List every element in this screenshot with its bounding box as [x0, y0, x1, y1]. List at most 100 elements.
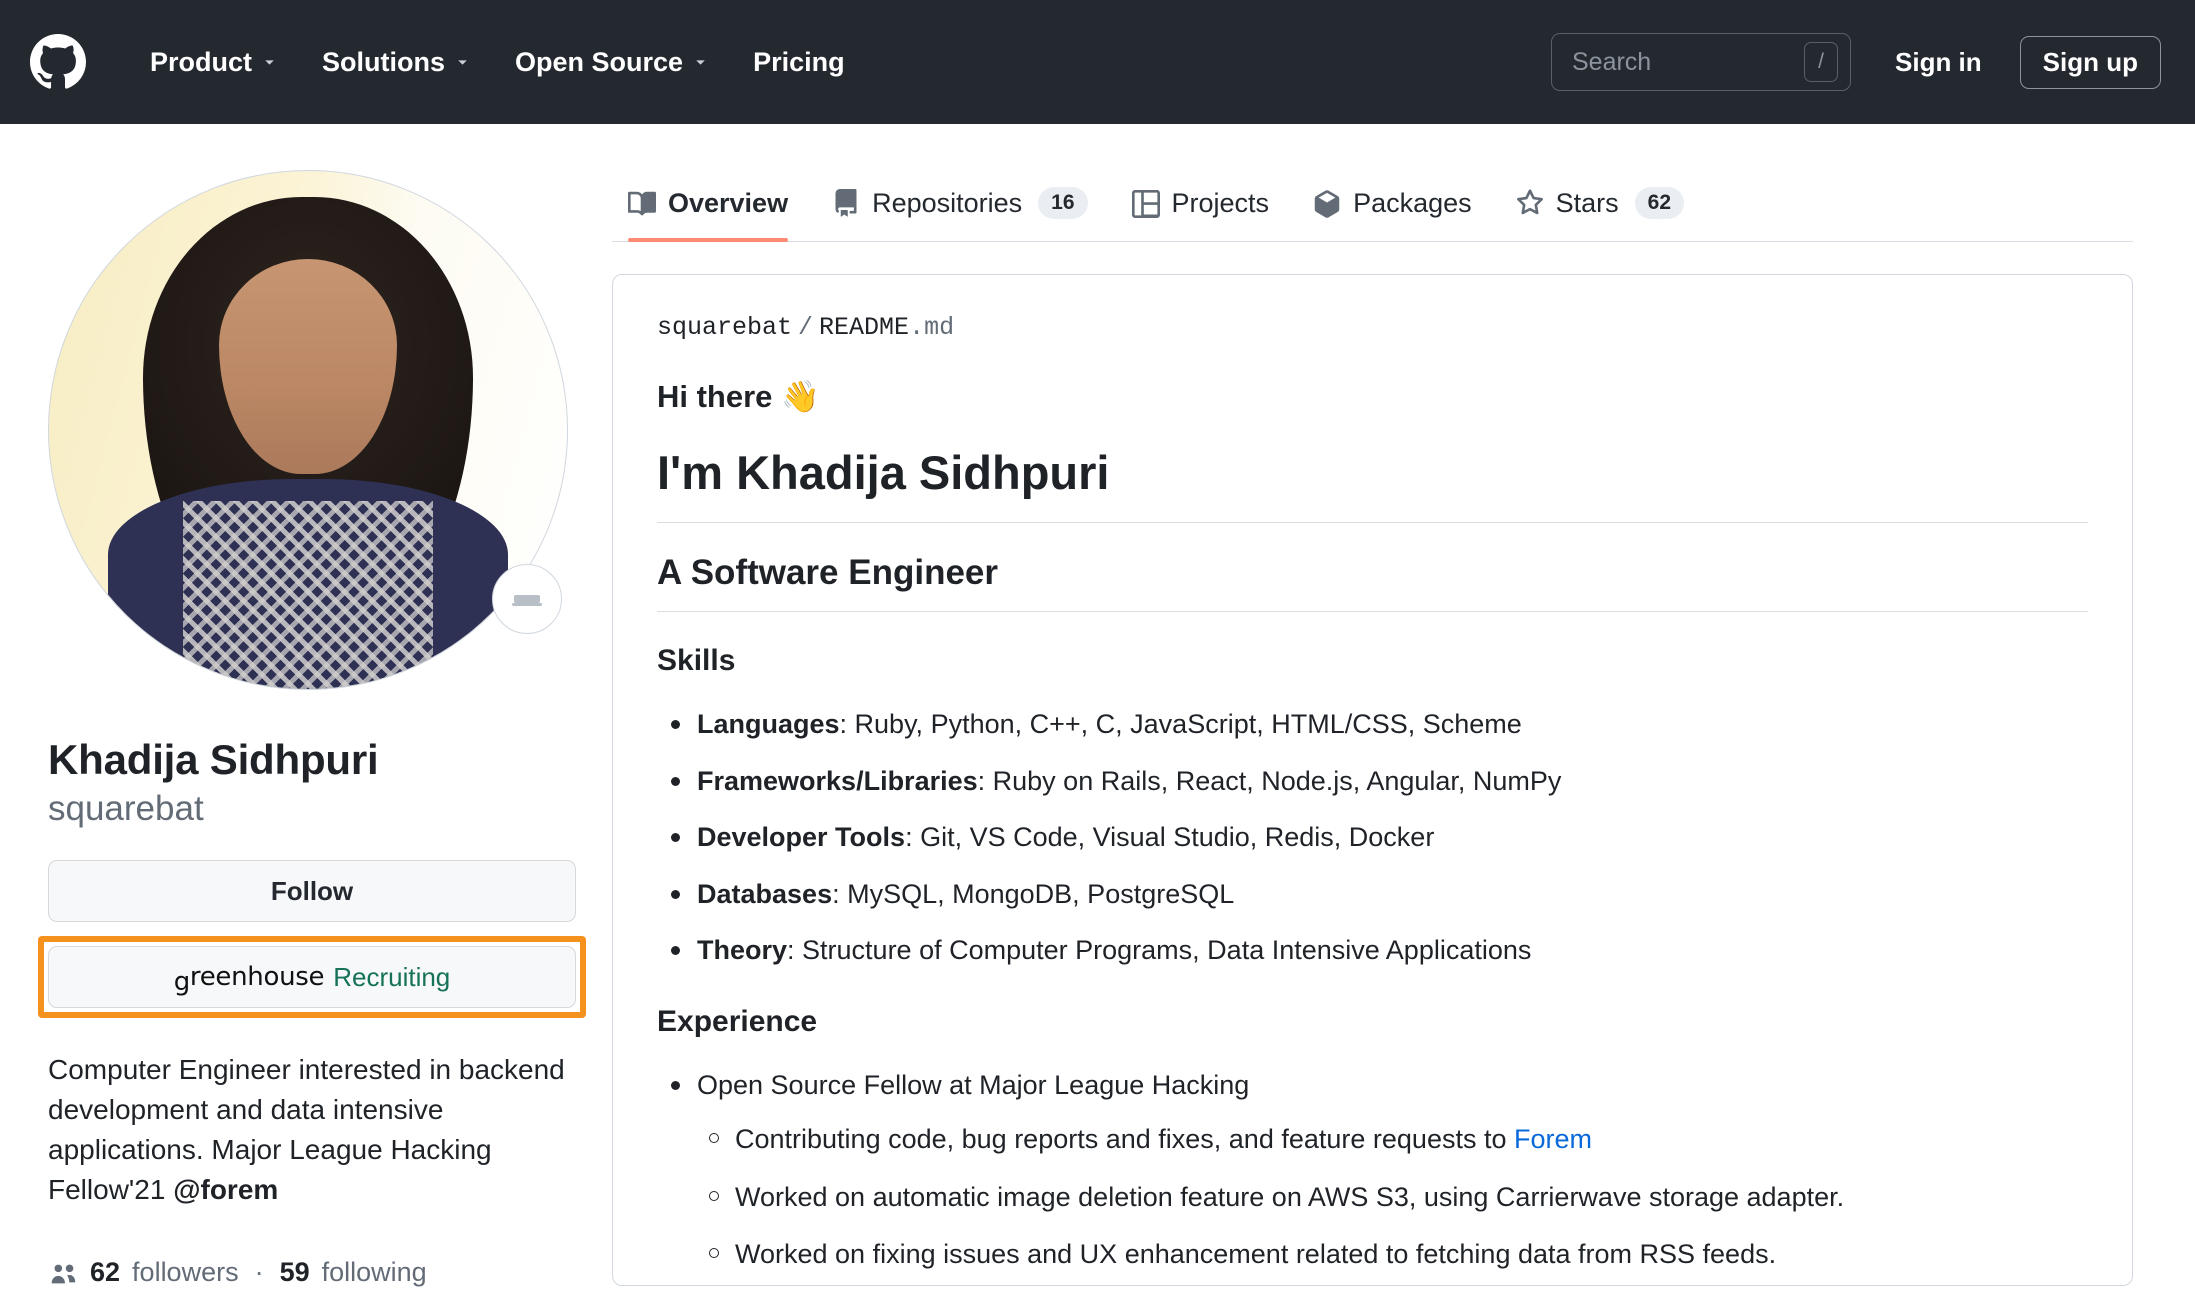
nav-label-pricing: Pricing	[753, 46, 845, 77]
github-mark-icon[interactable]	[30, 34, 86, 90]
primary-nav: Product Solutions Open Source Pricing	[128, 37, 867, 88]
nav-label-solutions: Solutions	[322, 46, 446, 77]
list-item: Theory: Structure of Computer Programs, …	[657, 930, 2088, 971]
profile-bio: Computer Engineer interested in backend …	[48, 1050, 568, 1209]
skill-label: Languages	[697, 709, 840, 739]
following-count[interactable]: 59	[280, 1257, 310, 1288]
skill-label: Theory	[697, 935, 788, 965]
nav-label-open-source: Open Source	[515, 46, 684, 77]
readme-greeting-text: Hi there	[657, 379, 773, 414]
tab-overview[interactable]: Overview	[614, 188, 810, 242]
list-item: Frameworks/Libraries: Ruby on Rails, Rea…	[657, 761, 2088, 802]
nav-label-product: Product	[150, 46, 253, 77]
waving-hand-icon: 👋	[781, 379, 820, 415]
nav-item-open-source[interactable]: Open Source	[493, 37, 731, 88]
tab-label-stars: Stars	[1555, 187, 1619, 218]
followers-stats: 62 followers · 59 following	[48, 1257, 612, 1288]
tab-label-packages: Packages	[1353, 188, 1472, 218]
global-header: Product Solutions Open Source Pricing Se…	[0, 0, 2195, 124]
tab-stars[interactable]: Stars 62	[1494, 187, 1706, 241]
profile-username: squarebat	[48, 788, 204, 828]
readme-path-owner[interactable]: squarebat	[657, 313, 792, 342]
sign-in-link[interactable]: Sign in	[1879, 39, 1998, 86]
tab-label-repositories: Repositories	[872, 187, 1023, 218]
list-item: Developer Tools: Git, VS Code, Visual St…	[657, 817, 2088, 858]
list-item: Languages: Ruby, Python, C++, C, JavaScr…	[657, 704, 2088, 745]
forem-link[interactable]: Forem	[1514, 1124, 1592, 1154]
readme-greeting: Hi there 👋	[657, 378, 2088, 415]
bio-mention-link[interactable]: @forem	[173, 1174, 278, 1205]
repo-icon	[835, 189, 857, 217]
readme-path-separator: /	[798, 313, 814, 342]
tab-projects[interactable]: Projects	[1110, 188, 1292, 241]
experience-bullet-text: Contributing code, bug reports and fixes…	[735, 1124, 1514, 1154]
profile-tabs: Overview Repositories 16 Projects Packag…	[612, 164, 2133, 242]
greenhouse-recruiting-button[interactable]: greenhouse Recruiting	[48, 946, 576, 1009]
page-title: Khadija Sidhpuri	[48, 736, 379, 783]
greenhouse-brand-rest: reenhouse	[189, 962, 325, 993]
skill-value: : Git, VS Code, Visual Studio, Redis, Do…	[905, 822, 1435, 852]
tab-repositories[interactable]: Repositories 16	[810, 187, 1109, 241]
greenhouse-brand-label: greenhouse	[173, 962, 325, 998]
search-input[interactable]: Search /	[1551, 33, 1851, 91]
nav-item-solutions[interactable]: Solutions	[300, 37, 493, 88]
readme-skills-heading: Skills	[657, 644, 736, 677]
follow-button[interactable]: Follow	[48, 860, 576, 923]
nav-item-product[interactable]: Product	[128, 37, 300, 88]
experience-role: Open Source Fellow at Major League Hacki…	[697, 1069, 1250, 1100]
tab-count-repositories: 16	[1038, 187, 1088, 219]
list-item: Worked on automatic image deletion featu…	[697, 1177, 2088, 1218]
bio-text: Computer Engineer interested in backend …	[48, 1054, 565, 1205]
tab-packages[interactable]: Packages	[1291, 188, 1494, 241]
package-icon	[1314, 189, 1340, 218]
star-icon	[1516, 189, 1543, 215]
search-shortcut-badge: /	[1804, 42, 1838, 82]
readme-path-ext: .md	[909, 313, 955, 342]
readme-heading-2: A Software Engineer	[657, 553, 2088, 612]
chevron-down-icon	[261, 54, 278, 71]
skill-label: Databases	[697, 878, 833, 909]
avatar[interactable]	[48, 170, 568, 690]
skill-value: : Structure of Computer Programs, Data I…	[787, 935, 1532, 965]
book-icon	[628, 191, 656, 215]
list-item: Worked on fixing issues and UX enhanceme…	[697, 1234, 2088, 1275]
search-placeholder: Search	[1572, 47, 1652, 76]
chevron-down-icon	[454, 54, 471, 71]
followers-label: followers	[132, 1257, 239, 1288]
status-badge[interactable]	[492, 564, 562, 634]
profile-sidebar: Khadija Sidhpuri squarebat Follow greenh…	[0, 124, 612, 1288]
followers-count[interactable]: 62	[90, 1257, 120, 1288]
following-label: following	[321, 1257, 427, 1288]
readme-path-file[interactable]: README	[819, 313, 909, 342]
tab-label-projects: Projects	[1171, 188, 1270, 218]
sign-up-button[interactable]: Sign up	[2019, 35, 2161, 89]
stats-separator: ·	[254, 1257, 264, 1288]
experience-list: Open Source Fellow at Major League Hacki…	[657, 1065, 2088, 1286]
tab-label-overview: Overview	[668, 188, 789, 218]
chevron-down-icon	[692, 54, 709, 71]
readme-experience-heading: Experience	[657, 1004, 818, 1038]
profile-main: Overview Repositories 16 Projects Packag…	[612, 124, 2195, 1288]
avatar-container	[48, 170, 568, 690]
skills-list: Languages: Ruby, Python, C++, C, JavaScr…	[657, 704, 2088, 971]
list-item: Contributing code, bug reports and fixes…	[697, 1119, 2088, 1160]
avatar-art-top	[108, 479, 508, 689]
smiley-placeholder-icon	[512, 595, 542, 606]
readme-card: squarebat / README.md Hi there 👋 I'm Khadi…	[612, 274, 2133, 1286]
project-icon	[1131, 189, 1160, 218]
profile-page: Khadija Sidhpuri squarebat Follow greenh…	[0, 124, 2195, 1288]
nav-item-pricing[interactable]: Pricing	[731, 37, 867, 88]
people-icon	[51, 1264, 76, 1284]
skill-value: : Ruby on Rails, React, Node.js, Angular…	[977, 765, 1562, 796]
greenhouse-recruiting-container: greenhouse Recruiting	[38, 936, 586, 1019]
greenhouse-recruiting-label: Recruiting	[333, 961, 451, 992]
experience-sublist: Contributing code, bug reports and fixes…	[697, 1119, 2088, 1285]
experience-bullet-text: Worked on automatic image deletion featu…	[735, 1181, 1845, 1212]
list-item: Open Source Fellow at Major League Hacki…	[657, 1065, 2088, 1286]
tab-count-stars: 62	[1634, 187, 1685, 219]
skill-value: : MySQL, MongoDB, PostgreSQL	[832, 878, 1235, 909]
readme-breadcrumb: squarebat / README.md	[657, 313, 2088, 342]
readme-heading-1: I'm Khadija Sidhpuri	[657, 445, 2088, 523]
experience-bullet-text: Worked on fixing issues and UX enhanceme…	[735, 1239, 1777, 1269]
skill-value: : Ruby, Python, C++, C, JavaScript, HTML…	[839, 709, 1522, 739]
